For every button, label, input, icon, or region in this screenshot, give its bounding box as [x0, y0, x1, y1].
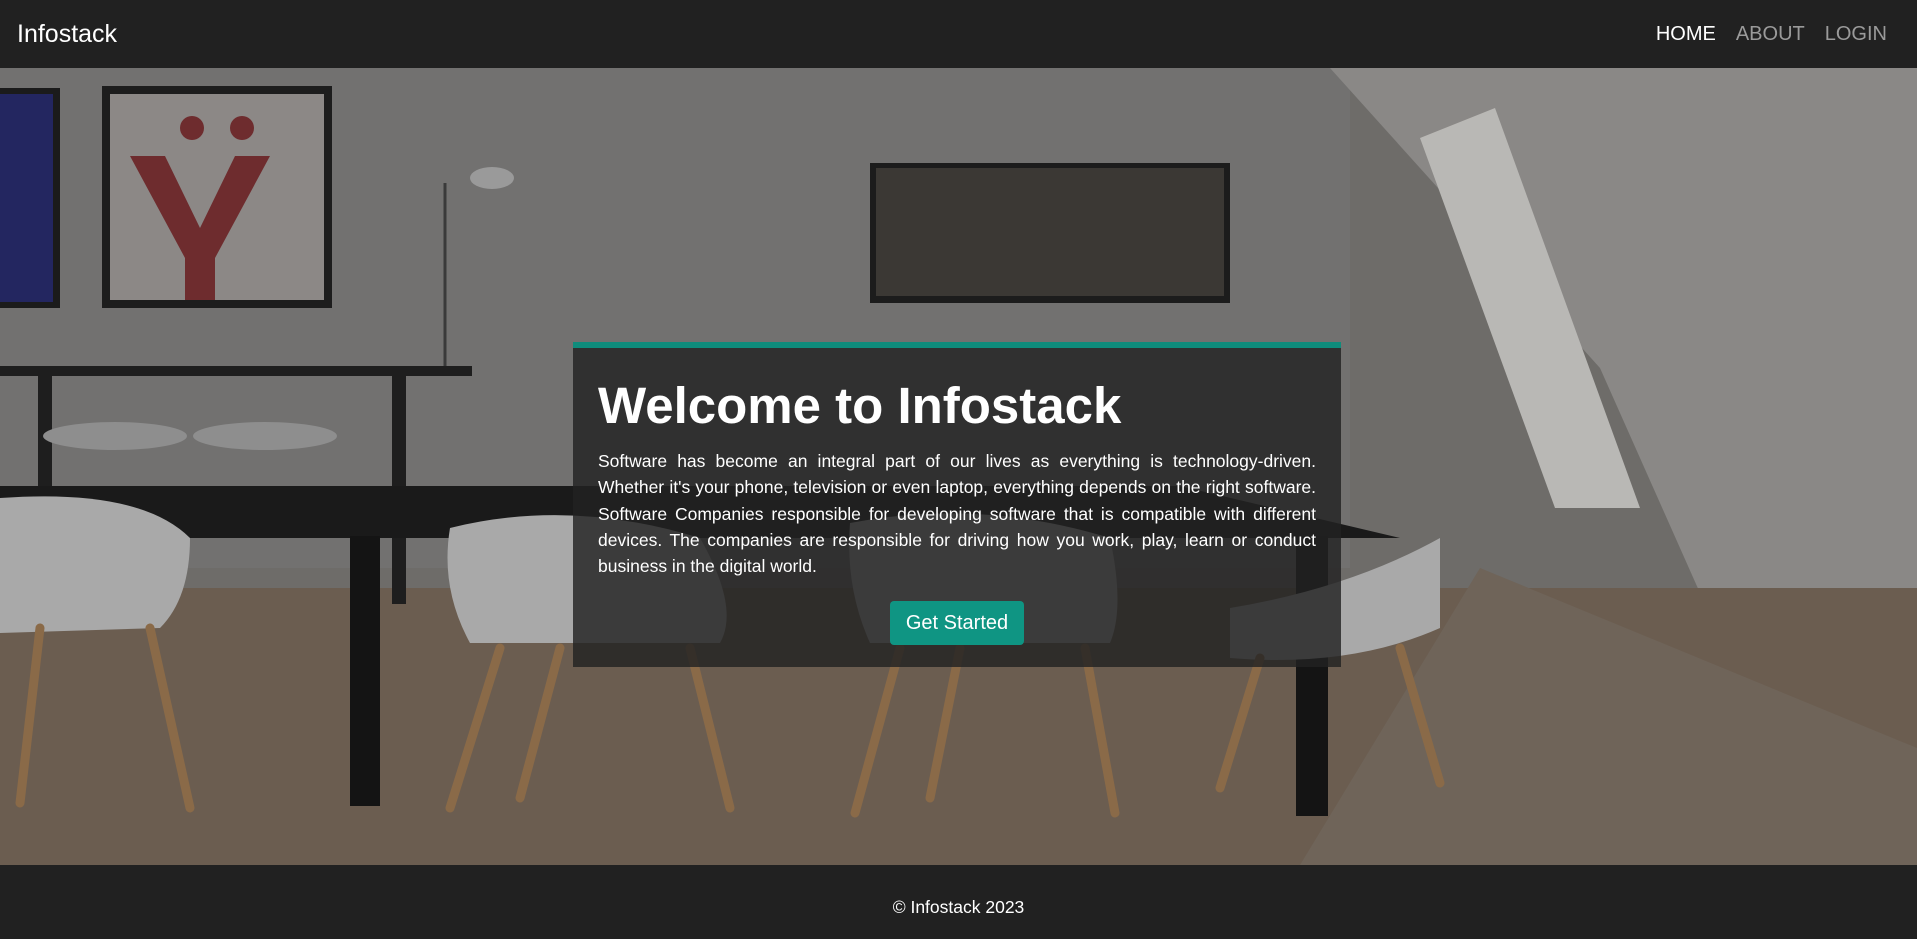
welcome-paragraph: Software has become an integral part of … [598, 451, 1316, 577]
cta-wrapper: Get Started [598, 601, 1316, 646]
page-footer: © Infostack 2023 [0, 865, 1917, 939]
nav-link-home[interactable]: HOME [1656, 20, 1716, 48]
welcome-title: Welcome to Infostack [598, 377, 1122, 434]
nav-links: HOME ABOUT LOGIN [1656, 20, 1887, 48]
brand-logo-link[interactable]: Infostack [17, 18, 117, 50]
top-navbar: Infostack HOME ABOUT LOGIN [0, 0, 1917, 68]
hero-section: Welcome to Infostack Software has become… [0, 68, 1917, 865]
nav-link-login[interactable]: LOGIN [1825, 20, 1887, 48]
get-started-button[interactable]: Get Started [889, 601, 1025, 646]
welcome-card: Welcome to Infostack Software has become… [573, 342, 1341, 667]
footer-copyright: © Infostack 2023 [892, 897, 1025, 917]
nav-link-about[interactable]: ABOUT [1736, 20, 1805, 48]
